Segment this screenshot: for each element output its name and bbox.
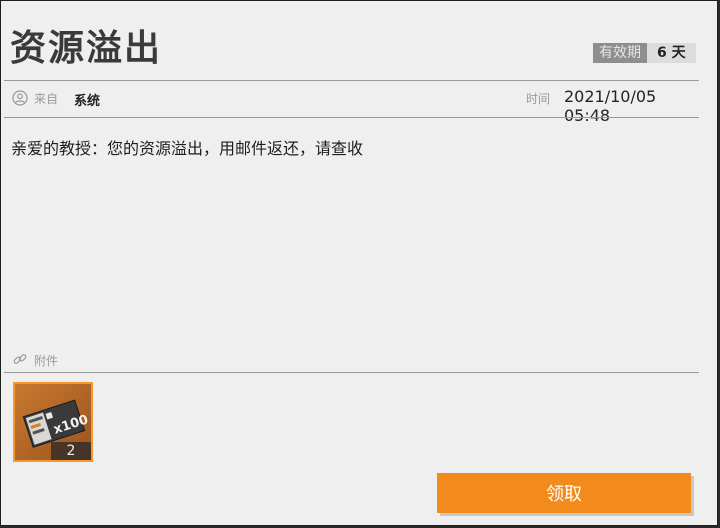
attachment-item[interactable]: x100 2 [13, 382, 93, 462]
time-label: 时间 [526, 92, 551, 106]
validity-badge: 有效期 6 天 [593, 43, 696, 63]
user-icon [12, 90, 28, 106]
claim-button[interactable]: 领取 [437, 473, 691, 513]
validity-label: 有效期 [593, 43, 647, 63]
from-label: 来自 [34, 92, 59, 106]
validity-value: 6 天 [647, 43, 696, 63]
sender-name: 系统 [74, 94, 101, 109]
mail-panel: 资源溢出 有效期 6 天 来自 系统 时间 2021/10/05 05:48 亲… [0, 0, 718, 526]
mail-meta-row: 来自 系统 时间 2021/10/05 05:48 [4, 81, 699, 125]
link-icon [13, 354, 27, 364]
timestamp: 2021/10/05 05:48 [564, 87, 657, 125]
divider-meta [4, 117, 699, 118]
divider-attachments [4, 372, 699, 373]
mail-title: 资源溢出 [10, 28, 163, 69]
mail-body: 亲爱的教授：您的资源溢出，用邮件返还，请查收 [11, 139, 364, 158]
item-count-badge: 2 [51, 442, 91, 460]
attachments-label: 附件 [34, 354, 59, 368]
